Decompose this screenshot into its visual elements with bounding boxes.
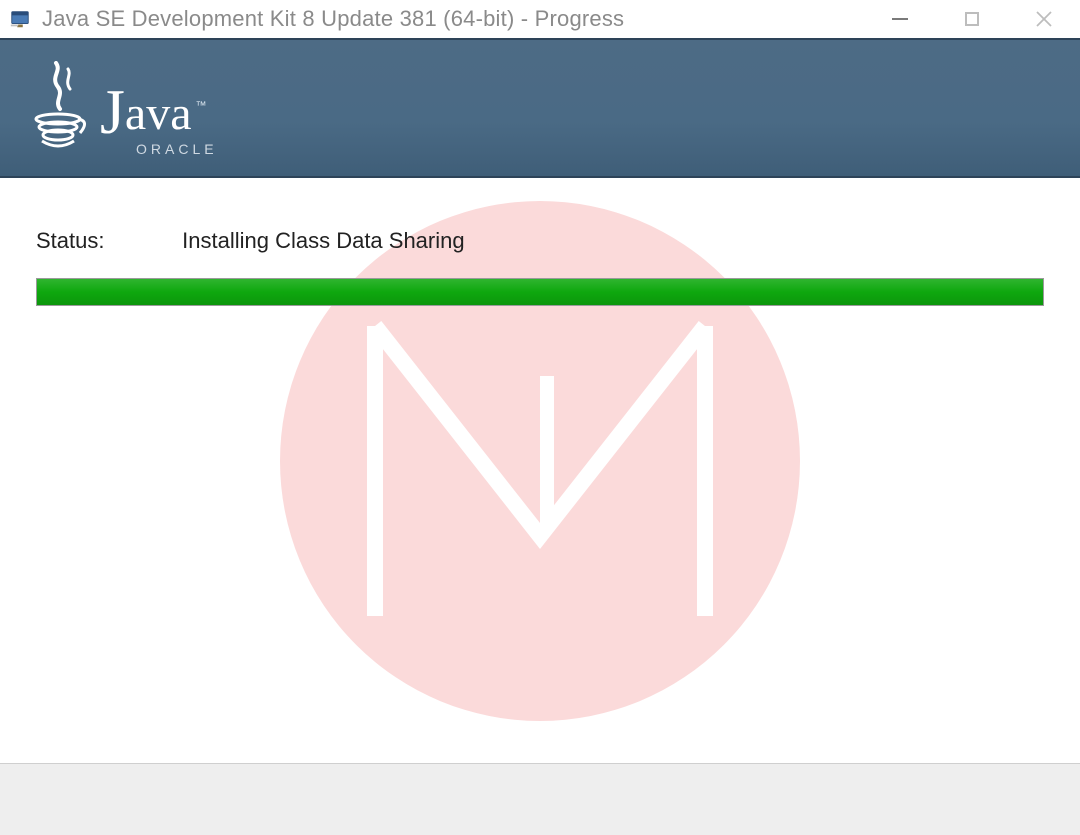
java-wordmark: Java™ [100,76,218,140]
minimize-button[interactable] [864,0,936,38]
maximize-button[interactable] [936,0,1008,38]
oracle-wordmark: ORACLE [136,142,218,156]
close-button[interactable] [1008,0,1080,38]
status-line: Status: Installing Class Data Sharing [36,228,1044,254]
content-area: Status: Installing Class Data Sharing [0,178,1080,763]
watermark-logo [275,196,805,726]
status-label: Status: [36,228,176,254]
titlebar: Java SE Development Kit 8 Update 381 (64… [0,0,1080,38]
dialog-footer [0,763,1080,835]
branding-banner: Java™ ORACLE [0,38,1080,178]
java-cup-icon [30,61,92,156]
window-controls [864,0,1080,38]
window-title: Java SE Development Kit 8 Update 381 (64… [42,6,624,32]
status-message: Installing Class Data Sharing [182,228,464,253]
progress-bar [36,278,1044,306]
java-logo: Java™ ORACLE [30,61,218,156]
installer-icon [8,7,32,31]
progress-fill [37,279,1043,305]
